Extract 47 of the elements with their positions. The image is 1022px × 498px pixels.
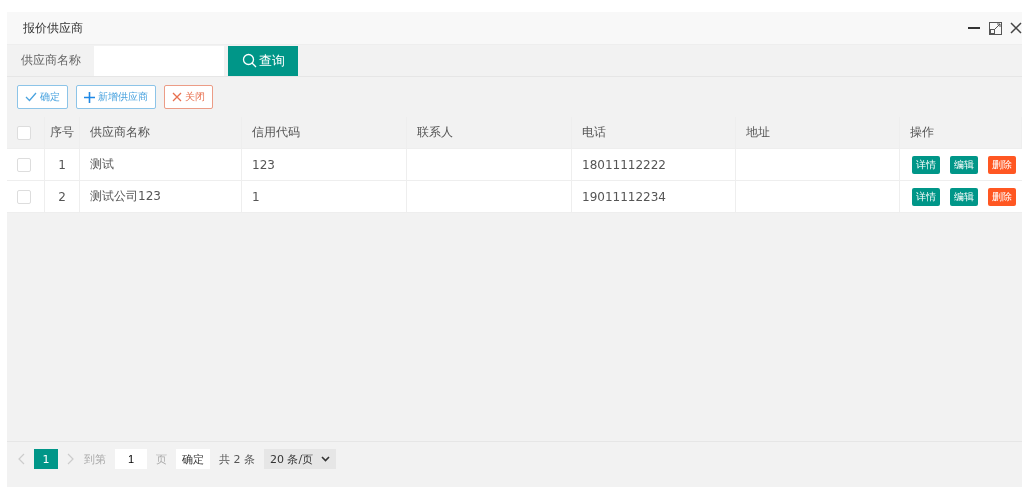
page-size-select[interactable]: 20 条/页 [264,449,337,469]
column-header: 电话 [582,124,606,141]
column-header: 信用代码 [252,124,300,141]
column-header: 序号 [50,124,74,141]
page-unit-label: 页 [156,451,167,467]
row-checkbox[interactable] [17,189,31,204]
search-field[interactable] [94,45,224,76]
column-header: 供应商名称 [90,124,150,141]
column-header: 操作 [910,124,934,141]
confirm-button[interactable]: 确定 [17,85,68,109]
row-action-button[interactable]: 详情 [912,155,940,174]
row-action-button[interactable]: 删除 [988,155,1016,174]
field-label: 供应商名称 [19,52,82,69]
row-checkbox[interactable] [17,157,31,172]
close-button[interactable]: 关闭 [164,85,213,109]
go-button[interactable]: 确定 [176,449,210,469]
table-cell: 测试公司123 [90,188,161,205]
prev-page-icon[interactable] [17,453,25,465]
window-title: 报价供应商 [23,19,83,37]
maximize-icon[interactable] [989,21,1002,35]
plus-icon [84,91,95,103]
search-button[interactable]: 查询 [228,45,298,76]
column-header: 地址 [746,124,770,141]
search-icon [241,53,257,68]
table-cell: 19011112234 [582,189,666,204]
check-icon [25,92,37,102]
table-cell: 123 [252,157,275,172]
table-cell: 1 [58,157,66,172]
caret-icon [321,456,331,462]
total-count: 共 2 条 [219,451,255,467]
close-icon [172,92,182,102]
table-cell: 1 [252,189,260,204]
row-action-button[interactable]: 编辑 [950,187,978,206]
column-header: 联系人 [417,124,453,141]
goto-label: 到第 [84,451,106,467]
select-all-checkbox[interactable] [17,125,31,140]
page-button[interactable]: 1 [34,449,58,469]
table-cell: 2 [58,189,66,204]
next-page-icon[interactable] [67,453,75,465]
page-number-field[interactable]: 1 [115,449,147,469]
table-cell: 18011112222 [582,157,666,172]
row-action-button[interactable]: 编辑 [950,155,978,174]
close-icon[interactable] [1010,22,1022,34]
add-button[interactable]: 新增供应商 [76,85,156,109]
row-action-button[interactable]: 详情 [912,187,940,206]
table-cell: 测试 [90,156,114,173]
row-action-button[interactable]: 删除 [988,187,1016,206]
